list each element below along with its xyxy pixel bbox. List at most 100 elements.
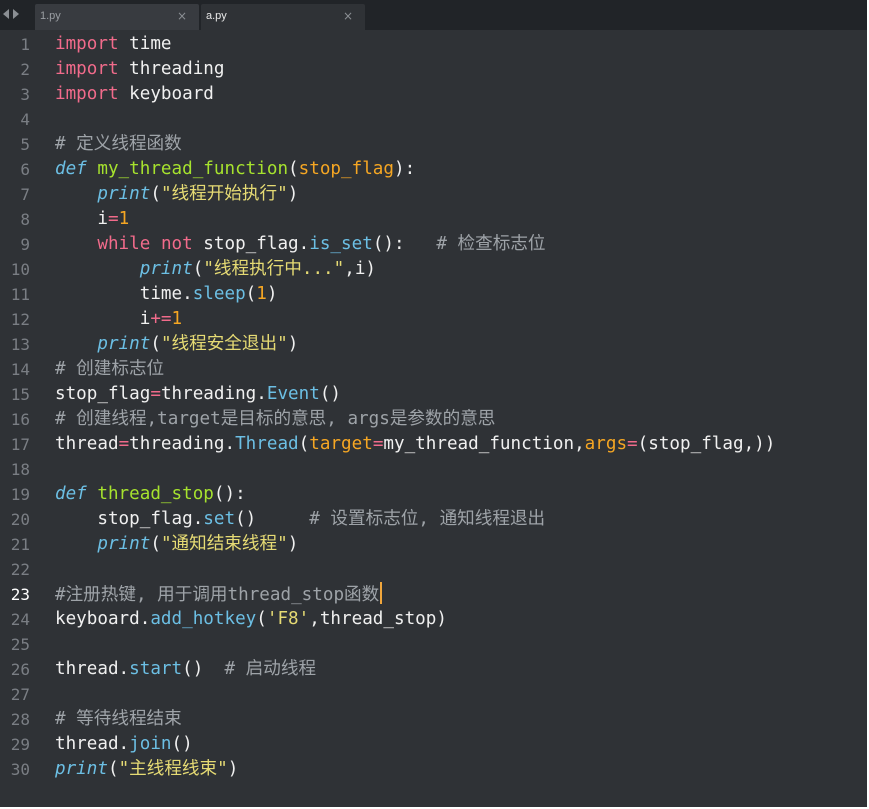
line-number: 7 — [20, 185, 30, 204]
code-token: def — [55, 484, 87, 504]
code-text[interactable]: import time — [55, 32, 172, 57]
code-text[interactable]: def my_thread_function(stop_flag): — [55, 157, 415, 182]
tab-label: a.py — [206, 10, 227, 22]
code-text[interactable]: import threading — [55, 57, 225, 82]
code-text[interactable]: # 创建标志位 — [55, 357, 164, 382]
code-token: (stop_flag,)) — [637, 434, 776, 454]
code-token: keyboard — [118, 84, 214, 104]
code-token: print — [55, 759, 108, 779]
code-line: 9 while not stop_flag.is_set(): # 检查标志位 — [0, 232, 867, 257]
code-token: ) — [287, 534, 299, 554]
code-token: threading. — [129, 434, 236, 454]
code-token: () — [235, 509, 310, 529]
code-text[interactable]: thread=threading.Thread(target=my_thread… — [55, 432, 775, 457]
code-text[interactable]: print("通知结束线程") — [55, 532, 298, 557]
code-token: 'F8' — [266, 609, 310, 629]
code-text[interactable]: def thread_stop(): — [55, 482, 246, 507]
code-text[interactable]: stop_flag.set() # 设置标志位, 通知线程退出 — [55, 507, 545, 532]
line-number: 1 — [20, 35, 30, 54]
code-token: # 等待线程结束 — [55, 709, 182, 729]
code-token: thread — [55, 434, 119, 454]
line-number: 29 — [10, 735, 30, 754]
tab-bar: 1.py × a.py × — [0, 0, 867, 30]
code-line: 15 stop_flag=threading.Event() — [0, 382, 867, 407]
code-token: ( — [298, 434, 310, 454]
code-editor[interactable]: 1 import time 2 import threading 3 impor… — [0, 30, 867, 807]
code-line: 1 import time — [0, 32, 867, 57]
code-line: 12 i+=1 — [0, 307, 867, 332]
code-token: # 设置标志位, 通知线程退出 — [309, 509, 546, 529]
close-icon[interactable]: × — [177, 9, 187, 23]
code-token: time — [118, 34, 172, 54]
code-line: 22 — [0, 557, 867, 582]
code-token: = — [627, 434, 638, 454]
code-text[interactable]: # 创建线程,target是目标的意思, args是参数的意思 — [55, 407, 495, 432]
code-token: threading — [118, 59, 225, 79]
code-token: () — [182, 659, 225, 679]
code-token: while — [97, 234, 151, 254]
code-line: 10 print("线程执行中...",i) — [0, 257, 867, 282]
tab-nav-arrows[interactable] — [0, 0, 32, 30]
code-line-current: 23 #注册热键, 用于调用thread_stop函数 — [0, 582, 867, 607]
code-line: 27 — [0, 682, 867, 707]
code-token: ( — [150, 334, 161, 354]
code-token: 1 — [256, 284, 267, 304]
line-number: 6 — [20, 160, 30, 179]
line-number: 17 — [10, 435, 30, 454]
code-token: (): — [372, 234, 437, 254]
code-text[interactable]: time.sleep(1) — [55, 282, 278, 307]
code-text[interactable]: print("线程开始执行") — [55, 182, 298, 207]
line-number: 16 — [10, 410, 30, 429]
code-text[interactable]: # 定义线程函数 — [55, 132, 182, 157]
arrow-right-icon[interactable] — [13, 9, 19, 19]
code-token: i — [55, 209, 108, 229]
code-line: 7 print("线程开始执行") — [0, 182, 867, 207]
code-text[interactable]: print("主线程线束") — [55, 757, 238, 782]
close-icon[interactable]: × — [343, 9, 353, 23]
line-number: 18 — [10, 460, 30, 479]
code-text[interactable]: i=1 — [55, 207, 129, 232]
code-token: = — [118, 434, 130, 454]
code-text[interactable]: print("线程执行中...",i) — [55, 257, 376, 282]
code-text[interactable]: #注册热键, 用于调用thread_stop函数 — [55, 582, 383, 608]
code-token: "线程执行中..." — [203, 259, 345, 279]
code-token: 1 — [171, 309, 183, 329]
code-token: #注册热键, 用于调用thread_stop函数 — [55, 585, 380, 605]
code-text[interactable]: thread.join() — [55, 732, 193, 757]
code-text[interactable]: stop_flag=threading.Event() — [55, 382, 341, 407]
code-token: ,i) — [344, 259, 377, 279]
code-token: Thread — [235, 434, 299, 454]
code-line: 29 thread.join() — [0, 732, 867, 757]
code-token: keyboard. — [55, 609, 151, 629]
line-number: 19 — [10, 485, 30, 504]
code-line: 6 def my_thread_function(stop_flag): — [0, 157, 867, 182]
tab-a-py[interactable]: a.py × — [201, 4, 365, 30]
code-text[interactable]: # 等待线程结束 — [55, 707, 182, 732]
code-token: += — [150, 309, 172, 329]
code-text[interactable]: print("线程安全退出") — [55, 332, 298, 357]
code-line: 13 print("线程安全退出") — [0, 332, 867, 357]
code-line: 8 i=1 — [0, 207, 867, 232]
code-token: args — [584, 434, 628, 454]
code-token: set — [203, 509, 236, 529]
code-text[interactable]: i+=1 — [55, 307, 182, 332]
code-line: 18 — [0, 457, 867, 482]
text-caret — [380, 582, 383, 604]
code-text[interactable]: while not stop_flag.is_set(): # 检查标志位 — [55, 232, 545, 257]
line-number: 22 — [10, 560, 30, 579]
code-text[interactable]: keyboard.add_hotkey('F8',thread_stop) — [55, 607, 447, 632]
code-text[interactable]: import keyboard — [55, 82, 214, 107]
code-token: ) — [266, 284, 278, 304]
arrow-left-icon[interactable] — [3, 9, 9, 19]
code-token: add_hotkey — [150, 609, 257, 629]
code-line: 21 print("通知结束线程") — [0, 532, 867, 557]
code-token: my_thread_function — [97, 159, 289, 179]
code-text[interactable]: thread.start() # 启动线程 — [55, 657, 316, 682]
code-token: threading. — [160, 384, 267, 404]
tab-1-py[interactable]: 1.py × — [35, 4, 199, 30]
